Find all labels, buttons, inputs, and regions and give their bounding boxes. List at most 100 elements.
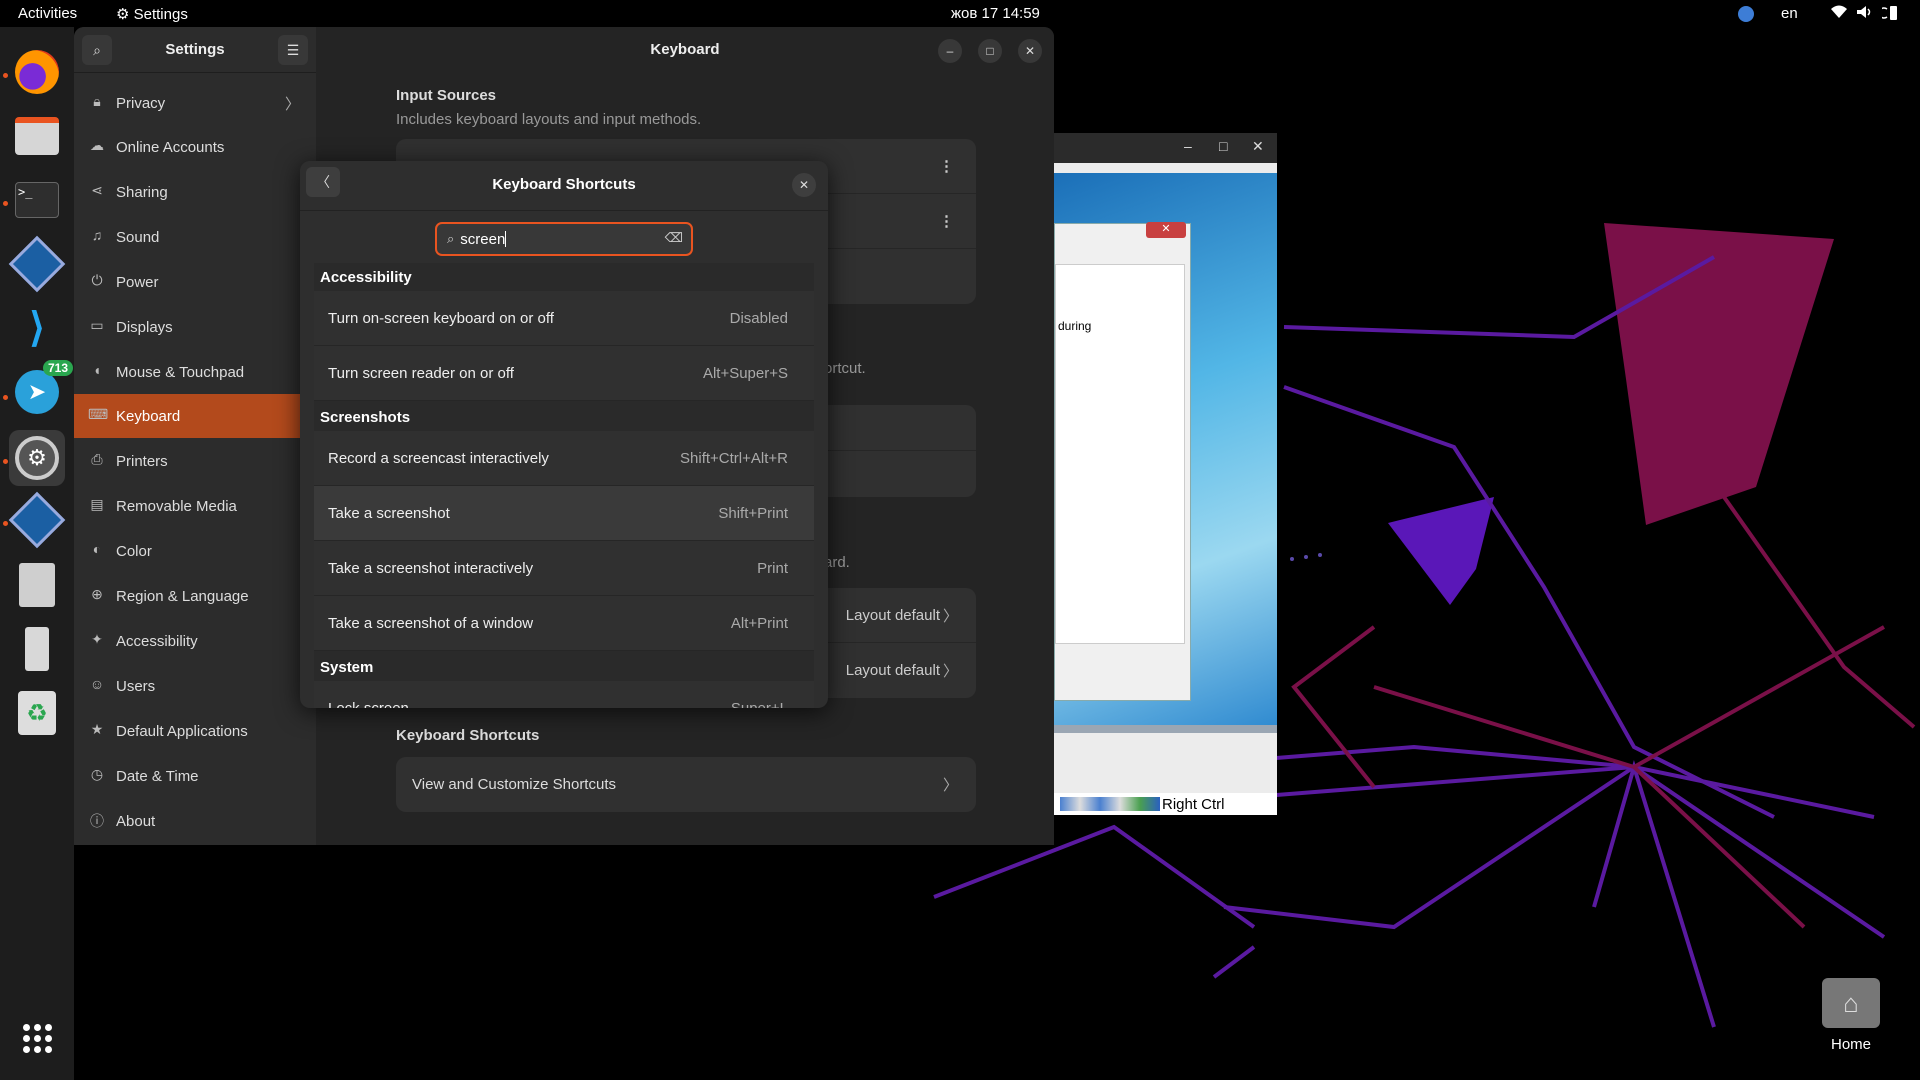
more-options-icon[interactable]: ⋮ <box>939 212 954 230</box>
close-icon: ✕ <box>798 178 810 192</box>
minimize-button[interactable]: – <box>938 39 962 63</box>
wifi-icon[interactable] <box>1830 5 1848 23</box>
users-icon: ☺ <box>89 676 105 692</box>
sidebar-item-mouse-touchpad[interactable]: ◖ Mouse & Touchpad <box>74 350 316 394</box>
dock-firefox[interactable] <box>9 44 65 100</box>
dock-settings[interactable]: ⚙ <box>9 430 65 486</box>
vbox-titlebar[interactable]: – □ ✕ <box>1054 133 1277 163</box>
notification-badge: 713 <box>43 360 74 376</box>
view-customize-shortcuts-row[interactable]: View and Customize Shortcuts 〉 <box>396 757 976 812</box>
sidebar-item-privacy[interactable]: 🔒︎ Privacy 〉 <box>74 81 316 125</box>
shortcut-label: Turn on-screen keyboard on or off <box>328 309 554 327</box>
dock-files[interactable] <box>9 108 65 164</box>
sidebar-item-color[interactable]: ◐ Color <box>74 529 316 573</box>
row-label: View and Customize Shortcuts <box>412 776 616 793</box>
shortcut-row[interactable]: Record a screencast interactively Shift+… <box>314 431 814 486</box>
close-button[interactable]: ✕ <box>1018 39 1042 63</box>
sidebar-item-label: Online Accounts <box>116 138 225 156</box>
group-heading: Accessibility <box>320 269 412 286</box>
shortcut-row[interactable]: Take a screenshot interactively Print <box>314 541 814 596</box>
shortcut-row[interactable]: Lock screen Super+L <box>314 681 814 708</box>
sidebar-item-sound[interactable]: ♫ Sound <box>74 215 316 259</box>
maximize-button[interactable]: □ <box>978 39 1002 63</box>
guest-close-icon[interactable]: ✕ <box>1146 222 1186 238</box>
search-text: screen <box>460 230 506 248</box>
maximize-icon[interactable]: □ <box>1219 138 1227 154</box>
dock-vscode[interactable]: ⟩ <box>9 300 65 356</box>
clear-search-icon[interactable]: ⌫ <box>665 230 683 246</box>
dock-virtualbox[interactable] <box>8 235 66 293</box>
status-globe-icon[interactable] <box>1738 6 1754 22</box>
color-icon: ◐ <box>92 541 102 557</box>
dock-text-editor[interactable] <box>9 557 65 613</box>
terminal-icon: >_ <box>15 182 59 218</box>
app-name: Settings <box>133 6 188 23</box>
shortcut-row[interactable]: Take a screenshot Shift+Print <box>314 486 814 541</box>
vbox-scrollbar[interactable] <box>1054 725 1277 733</box>
sidebar-item-date-time[interactable]: ◷ Date & Time <box>74 754 316 798</box>
dock: >_ ⟩ ➤ 713 ⚙ ♻ <box>0 27 74 1080</box>
settings-sidebar: ⌕ Settings ☰ 🔒︎ Privacy 〉 ☁ Online Accou… <box>74 27 316 845</box>
sidebar-item-accessibility[interactable]: ✦ Accessibility <box>74 619 316 663</box>
more-options-icon[interactable]: ⋮ <box>939 157 954 175</box>
keyboard-shortcuts-title: Keyboard Shortcuts <box>396 727 540 744</box>
dock-telegram[interactable]: ➤ 713 <box>9 360 74 420</box>
language-indicator[interactable]: en <box>1781 5 1798 22</box>
power-icon[interactable] <box>1878 5 1900 25</box>
shortcut-row[interactable]: Take a screenshot of a window Alt+Print <box>314 596 814 651</box>
globe-icon: ⊕ <box>91 586 103 602</box>
dialog-close-button[interactable]: ✕ <box>792 173 816 197</box>
input-sources-subtitle: Includes keyboard layouts and input meth… <box>396 111 702 128</box>
sidebar-item-about[interactable]: ⓘ About <box>74 799 316 843</box>
sidebar-item-sharing[interactable]: ⋖ Sharing <box>74 170 316 214</box>
sidebar-item-default-applications[interactable]: ★ Default Applications <box>74 709 316 753</box>
guest-dialog: ✕ during <box>1054 222 1191 701</box>
dock-usb-drive[interactable] <box>9 621 65 677</box>
activities-button[interactable]: Activities <box>18 5 77 22</box>
running-indicator <box>3 395 8 400</box>
minimize-icon[interactable]: – <box>1184 138 1192 154</box>
clock[interactable]: жов 17 14:59 <box>951 5 1040 22</box>
sidebar-item-power[interactable]: ⏻ Power <box>74 260 316 304</box>
text-editor-icon <box>19 563 55 607</box>
home-folder-icon[interactable]: ⌂ <box>1822 978 1880 1028</box>
usb-drive-icon <box>25 627 49 671</box>
running-indicator <box>3 521 8 526</box>
shortcut-label: Record a screencast interactively <box>328 449 549 467</box>
telegram-icon: ➤ <box>15 370 59 414</box>
main-menu-button[interactable]: ☰ <box>278 35 308 65</box>
vbox-guest-screen[interactable]: ✕ during <box>1054 173 1277 728</box>
sidebar-item-label: Sharing <box>116 183 168 201</box>
dock-virtualbox-2[interactable] <box>8 491 66 549</box>
sidebar-item-printers[interactable]: ⎙ Printers <box>74 439 316 483</box>
shortcut-row[interactable]: Turn on-screen keyboard on or off Disabl… <box>314 291 814 346</box>
trash-icon: ♻ <box>18 691 56 735</box>
virtualbox-window[interactable]: – □ ✕ ✕ during Right Ctrl <box>1054 133 1277 815</box>
sidebar-item-label: Mouse & Touchpad <box>116 363 245 381</box>
clock-icon: ◷ <box>90 766 104 782</box>
close-icon[interactable]: ✕ <box>1252 138 1264 155</box>
shortcut-label: Take a screenshot <box>328 504 450 522</box>
dock-app-grid[interactable] <box>9 1010 65 1066</box>
hamburger-icon: ☰ <box>286 41 300 58</box>
app-grid-icon <box>22 1023 52 1053</box>
shortcut-search-input[interactable]: ⌕ screen ⌫ <box>435 222 693 256</box>
app-menu[interactable]: ⚙ Settings <box>116 5 188 23</box>
share-icon: ⋖ <box>91 182 103 198</box>
sidebar-item-label: Removable Media <box>116 497 237 515</box>
sidebar-item-label: Accessibility <box>116 632 198 650</box>
sidebar-item-users[interactable]: ☺ Users <box>74 664 316 708</box>
dock-terminal[interactable]: >_ <box>9 172 65 228</box>
sidebar-item-displays[interactable]: ▭ Displays <box>74 305 316 349</box>
sidebar-item-keyboard[interactable]: ⌨ Keyboard <box>74 394 316 438</box>
home-label[interactable]: Home <box>1806 1036 1896 1053</box>
vbox-status-icons[interactable] <box>1060 797 1160 811</box>
sidebar-item-online-accounts[interactable]: ☁ Online Accounts <box>74 125 316 169</box>
dock-trash[interactable]: ♻ <box>9 685 65 741</box>
sidebar-item-label: Displays <box>116 318 173 336</box>
shortcut-accel: Alt+Print <box>730 614 788 632</box>
sidebar-item-removable-media[interactable]: ▤ Removable Media <box>74 484 316 528</box>
volume-icon[interactable] <box>1856 5 1874 23</box>
shortcut-row[interactable]: Turn screen reader on or off Alt+Super+S <box>314 346 814 401</box>
sidebar-item-region-language[interactable]: ⊕ Region & Language <box>74 574 316 618</box>
